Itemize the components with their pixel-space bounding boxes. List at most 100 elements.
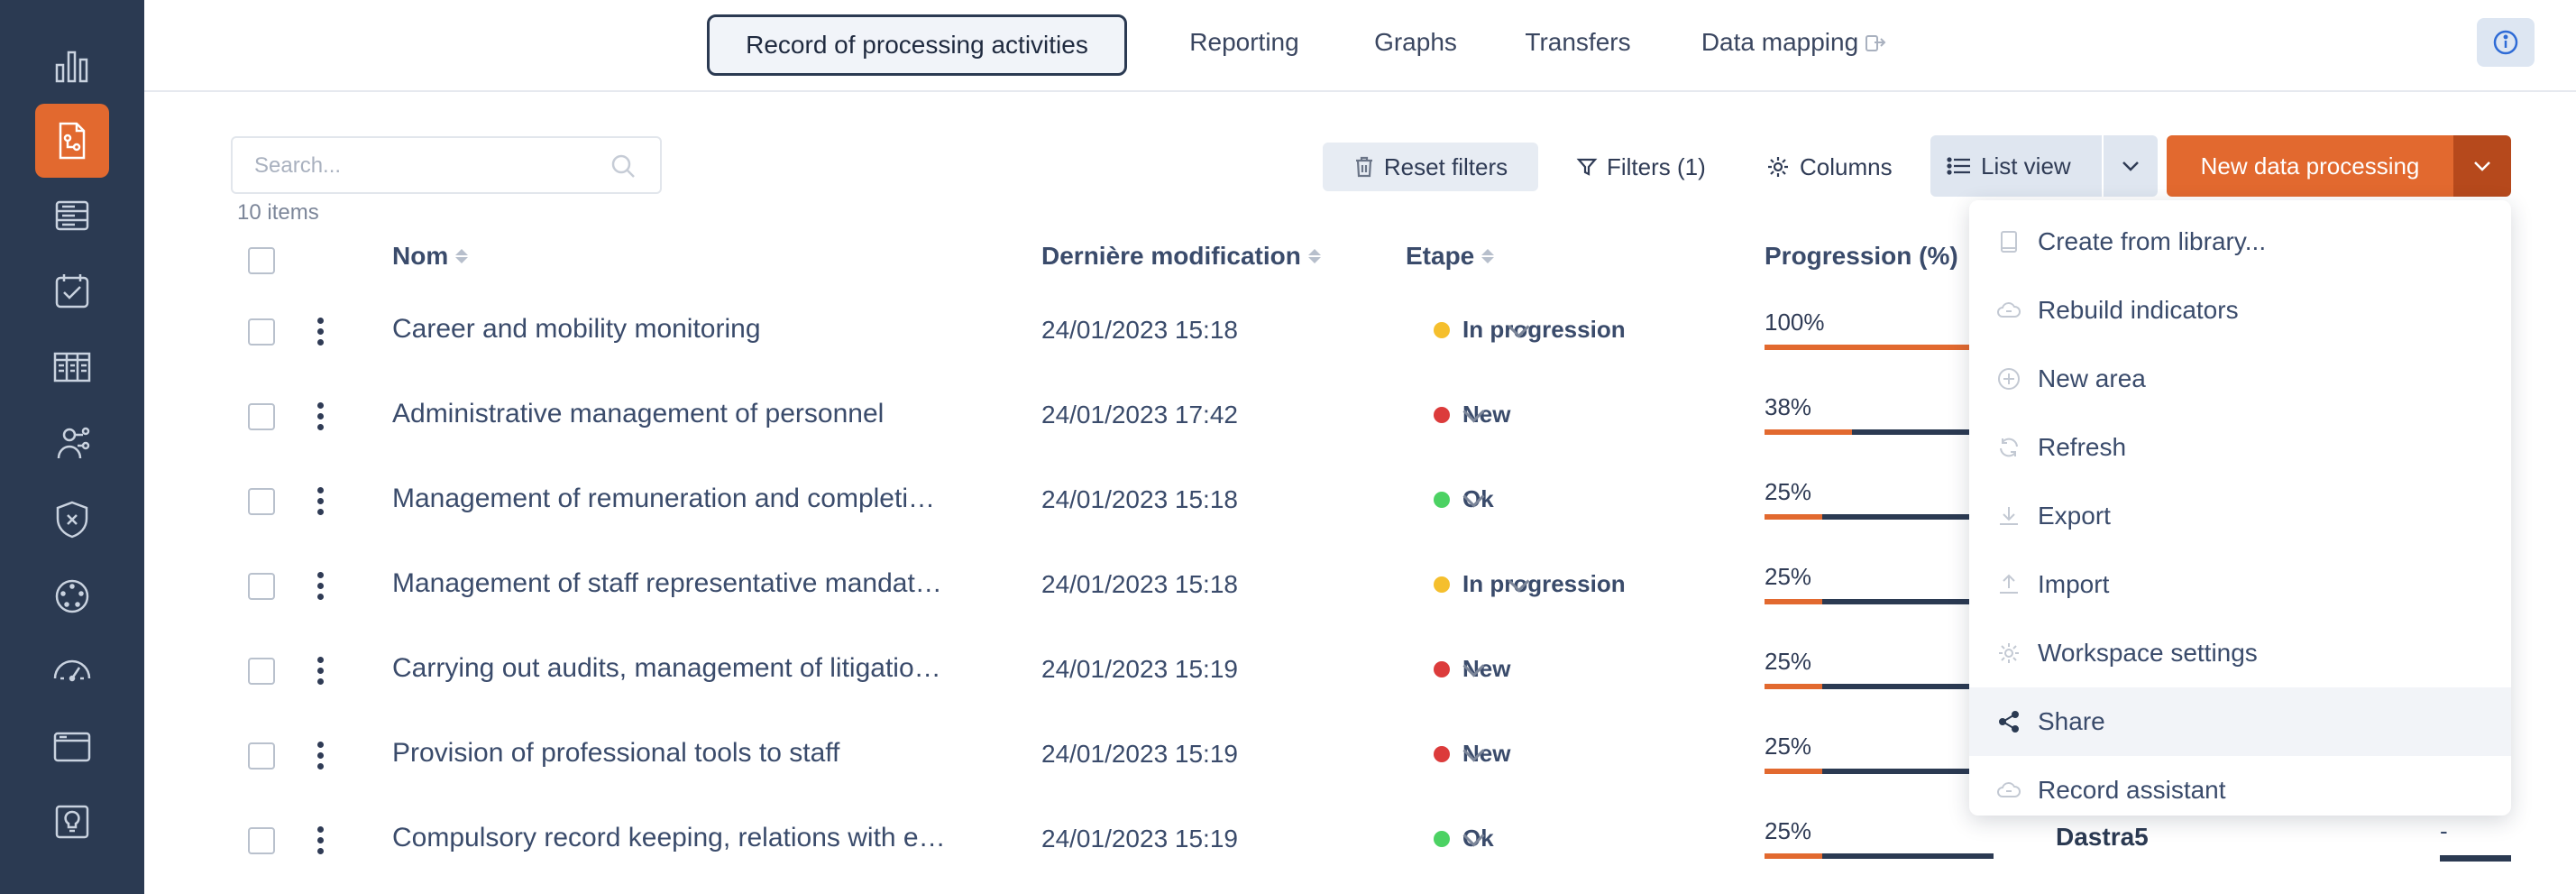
list-icon	[1947, 157, 1970, 175]
menu-item-workspace-settings[interactable]: Workspace settings	[1969, 619, 2511, 687]
row-name[interactable]: Provision of professional tools to staff	[392, 738, 978, 769]
menu-item-label: New area	[2038, 364, 2146, 392]
view-options-toggle[interactable]	[2104, 135, 2158, 197]
row-actions-icon[interactable]	[317, 742, 325, 774]
row-actions-icon[interactable]	[317, 318, 325, 350]
grid-list-icon	[53, 352, 91, 382]
menu-item-share[interactable]: Share	[1969, 687, 2511, 756]
new-data-processing-button[interactable]: New data processing	[2167, 135, 2453, 197]
sidebar-item-audit[interactable]	[35, 559, 109, 633]
chevron-down-icon	[2474, 161, 2490, 171]
row-actions-icon[interactable]	[317, 657, 325, 689]
tab-reporting[interactable]: Reporting	[1154, 14, 1334, 70]
list-view-label: List view	[1981, 152, 2071, 180]
gear-icon	[1768, 157, 1788, 177]
row-actions-icon[interactable]	[317, 402, 325, 435]
shield-x-icon	[56, 501, 88, 539]
download-icon	[1996, 503, 2021, 529]
columns-button[interactable]: Columns	[1749, 143, 1909, 191]
external-link-icon	[1866, 35, 1886, 51]
menu-item-export[interactable]: Export	[1969, 482, 2511, 550]
menu-item-rebuild-indicators[interactable]: Rebuild indicators	[1969, 276, 2511, 345]
select-all-checkbox[interactable]	[248, 247, 275, 274]
target-dial-icon	[55, 579, 89, 613]
menu-item-new-area[interactable]: New area	[1969, 345, 2511, 413]
row-progress-bar	[1765, 345, 1994, 350]
top-navigation: Record of processing activities Reportin…	[144, 0, 2576, 92]
row-checkbox[interactable]	[248, 827, 275, 854]
tab-data-mapping[interactable]: Data mapping	[1677, 14, 1911, 70]
menu-item-refresh[interactable]: Refresh	[1969, 413, 2511, 482]
sidebar-item-records[interactable]	[35, 104, 109, 178]
row-status-label: In progression	[1462, 316, 1626, 343]
menu-item-import[interactable]: Import	[1969, 550, 2511, 619]
row-actions-icon[interactable]	[317, 487, 325, 520]
row-name[interactable]: Administrative management of personnel	[392, 399, 978, 429]
row-checkbox[interactable]	[248, 488, 275, 515]
info-button[interactable]	[2477, 18, 2535, 67]
menu-item-label: Workspace settings	[2038, 639, 2258, 667]
row-status[interactable]: Ok	[1434, 825, 1494, 853]
column-header-name-label: Nom	[392, 242, 449, 270]
sidebar-item-tasks[interactable]	[35, 254, 109, 328]
row-progress-value: 25%	[1765, 733, 1812, 760]
list-view-button[interactable]: List view	[1930, 135, 2102, 197]
share-icon	[1996, 709, 2021, 734]
status-dot	[1434, 491, 1450, 508]
row-checkbox[interactable]	[248, 573, 275, 600]
column-header-progress[interactable]: Progression (%)	[1765, 242, 1958, 271]
column-header-last-modified[interactable]: Dernière modification	[1041, 242, 1321, 271]
search-icon[interactable]	[610, 152, 637, 180]
row-owner[interactable]: Dastra5	[2056, 823, 2149, 852]
new-data-processing-menu-toggle[interactable]	[2453, 135, 2511, 197]
search-input[interactable]	[252, 151, 590, 181]
row-status[interactable]: Ok	[1434, 485, 1494, 513]
tab-record-of-processing[interactable]: Record of processing activities	[707, 14, 1127, 76]
filters-button[interactable]: Filters (1)	[1560, 143, 1722, 191]
row-name[interactable]: Management of remuneration and completi…	[392, 484, 978, 514]
columns-label: Columns	[1800, 152, 1893, 180]
row-checkbox[interactable]	[248, 318, 275, 346]
row-checkbox[interactable]	[248, 658, 275, 685]
row-name[interactable]: Compulsory record keeping, relations wit…	[392, 823, 978, 853]
row-progress-bar	[1765, 599, 1994, 604]
sidebar-item-documents[interactable]	[35, 710, 109, 784]
column-header-name[interactable]: Nom	[392, 242, 469, 271]
row-checkbox[interactable]	[248, 742, 275, 770]
row-last-modified: 24/01/2023 15:18	[1041, 485, 1238, 513]
sidebar-item-dashboard[interactable]	[35, 29, 109, 103]
sidebar-item-performance[interactable]	[35, 633, 109, 707]
sidebar-item-people[interactable]	[35, 406, 109, 480]
sidebar-item-risks[interactable]	[35, 483, 109, 557]
menu-item-record-assistant[interactable]: Record assistant	[1969, 756, 2511, 825]
row-name[interactable]: Carrying out audits, management of litig…	[392, 653, 978, 684]
row-checkbox[interactable]	[248, 403, 275, 430]
sidebar-item-ideas[interactable]	[35, 785, 109, 859]
row-extra-bar	[2440, 855, 2511, 862]
checklist-icon	[55, 274, 89, 309]
row-progress-value: 25%	[1765, 648, 1812, 675]
row-name[interactable]: Management of staff representative manda…	[392, 568, 978, 599]
row-status[interactable]: In progression	[1434, 316, 1626, 344]
row-actions-icon[interactable]	[317, 572, 325, 604]
filter-icon	[1576, 158, 1598, 176]
menu-item-label: Record assistant	[2038, 776, 2226, 804]
tab-transfers[interactable]: Transfers	[1497, 14, 1659, 70]
column-header-stage[interactable]: Etape	[1406, 242, 1495, 271]
sort-icon	[455, 249, 469, 263]
row-progress-value: 100%	[1765, 309, 1825, 336]
sidebar-item-catalog[interactable]	[35, 330, 109, 404]
menu-item-label: Export	[2038, 502, 2111, 530]
status-dot	[1434, 830, 1450, 847]
row-progress-bar	[1765, 514, 1994, 520]
sidebar-item-data[interactable]	[35, 179, 109, 253]
person-network-icon	[57, 427, 90, 459]
row-name[interactable]: Career and mobility monitoring	[392, 314, 978, 345]
row-progress-bar	[1765, 684, 1994, 689]
menu-item-create-from-library[interactable]: Create from library...	[1969, 207, 2511, 276]
tab-graphs[interactable]: Graphs	[1343, 14, 1488, 70]
reset-filters-button[interactable]: Reset filters	[1323, 143, 1538, 191]
row-actions-icon[interactable]	[317, 826, 325, 859]
bar-chart-icon	[55, 51, 88, 83]
row-status[interactable]: In progression	[1434, 570, 1626, 598]
